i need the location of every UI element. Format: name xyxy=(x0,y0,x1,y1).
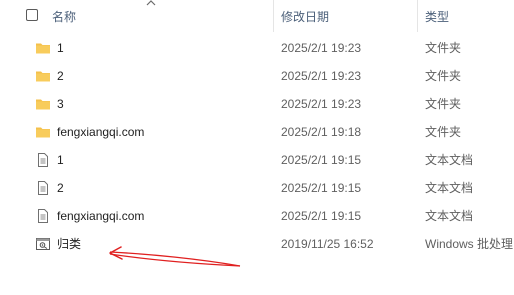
file-type: 文件夹 xyxy=(425,69,462,83)
file-date: 2025/2/1 19:23 xyxy=(281,97,362,111)
column-header-name[interactable]: 名称 xyxy=(52,9,76,25)
folder-icon xyxy=(36,127,50,138)
folder-icon xyxy=(36,71,50,82)
file-explorer-list: 名称 修改日期 类型 1 2025/2/1 19:23 文件夹 2 2025/2… xyxy=(0,0,514,295)
file-date: 2025/2/1 19:23 xyxy=(281,41,362,55)
file-date: 2025/2/1 19:15 xyxy=(281,181,362,195)
file-type: 文件夹 xyxy=(425,125,462,139)
file-type: 文件夹 xyxy=(425,97,462,111)
text-document-icon xyxy=(38,181,48,195)
file-name: 1 xyxy=(57,41,64,55)
file-row[interactable]: 1 2025/2/1 19:23 文件夹 xyxy=(0,34,514,62)
file-date: 2025/2/1 19:15 xyxy=(281,209,362,223)
file-row[interactable]: 归类 2019/11/25 16:52 Windows 批处理 xyxy=(0,230,514,258)
file-type: 文本文档 xyxy=(425,181,474,195)
file-date: 2025/2/1 19:18 xyxy=(281,125,362,139)
file-row[interactable]: 2 2025/2/1 19:23 文件夹 xyxy=(0,62,514,90)
file-name: 1 xyxy=(57,153,64,167)
sort-ascending-icon[interactable] xyxy=(145,0,157,8)
file-name: 2 xyxy=(57,181,64,195)
column-header-type[interactable]: 类型 xyxy=(425,9,449,25)
folder-icon xyxy=(36,99,50,110)
folder-icon xyxy=(36,43,50,54)
select-all-checkbox[interactable] xyxy=(26,9,38,21)
file-date: 2025/2/1 19:23 xyxy=(281,69,362,83)
file-type: Windows 批处理 xyxy=(425,237,514,251)
file-row[interactable]: 3 2025/2/1 19:23 文件夹 xyxy=(0,90,514,118)
file-type: 文本文档 xyxy=(425,153,474,167)
text-document-icon xyxy=(38,153,48,167)
column-divider[interactable] xyxy=(273,0,274,32)
file-name: 2 xyxy=(57,69,64,83)
file-row[interactable]: 2 2025/2/1 19:15 文本文档 xyxy=(0,174,514,202)
column-header-date[interactable]: 修改日期 xyxy=(281,9,329,25)
column-divider[interactable] xyxy=(417,0,418,32)
file-name: fengxiangqi.com xyxy=(57,209,145,223)
file-date: 2025/2/1 19:15 xyxy=(281,153,362,167)
batch-file-icon xyxy=(36,238,50,250)
file-name: fengxiangqi.com xyxy=(57,125,145,139)
file-type: 文件夹 xyxy=(425,41,462,55)
file-row[interactable]: 1 2025/2/1 19:15 文本文档 xyxy=(0,146,514,174)
text-document-icon xyxy=(38,209,48,223)
file-row[interactable]: fengxiangqi.com 2025/2/1 19:18 文件夹 xyxy=(0,118,514,146)
file-date: 2019/11/25 16:52 xyxy=(281,237,374,251)
file-name: 3 xyxy=(57,97,64,111)
file-type: 文本文档 xyxy=(425,209,474,223)
file-row[interactable]: fengxiangqi.com 2025/2/1 19:15 文本文档 xyxy=(0,202,514,230)
file-name: 归类 xyxy=(57,237,82,251)
column-header-bar: 名称 修改日期 类型 xyxy=(0,0,514,32)
